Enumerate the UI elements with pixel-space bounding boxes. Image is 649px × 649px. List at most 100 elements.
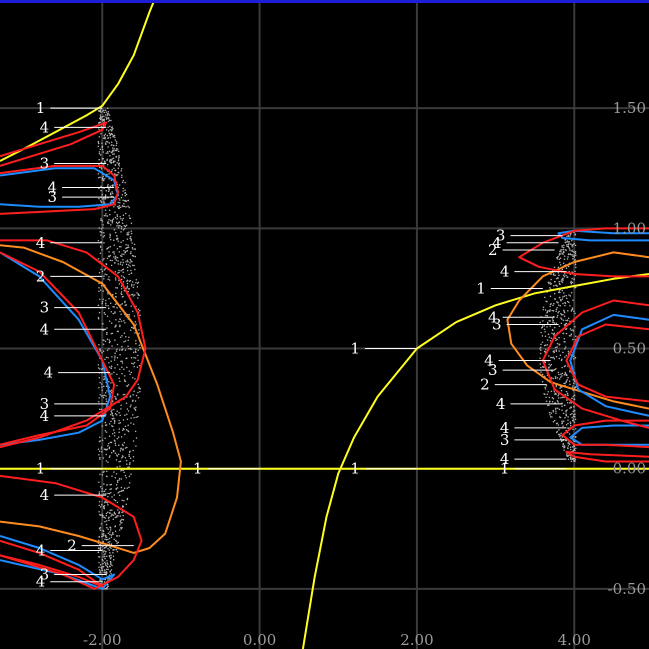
chaos-dot [116,222,119,225]
chaos-dot [560,434,562,436]
chaos-dot [118,349,121,351]
chaos-dot [98,386,100,389]
chaos-dot [546,393,549,396]
chaos-dot [113,153,115,155]
chaos-dot [571,245,573,248]
chaos-dot [126,463,128,465]
chaos-dot [106,248,108,250]
chaos-dot [125,206,127,208]
chaos-dot [113,419,116,422]
chaos-dot [122,449,124,451]
chaos-dot [110,411,113,414]
chaos-dot [544,309,547,311]
chaos-dot [107,495,109,498]
chaos-dot [569,249,571,252]
chaos-dot [116,373,118,375]
chaos-dot [116,481,119,483]
chaos-dot [113,449,115,452]
chaos-dot [99,572,101,574]
chaos-dot [113,136,116,138]
annotation-label-24: 4 [500,263,510,281]
chaos-dot [105,333,108,336]
chaos-dot [103,448,106,451]
chaos-dot [557,271,560,274]
chaos-dot [550,278,552,281]
chaos-dot [123,249,125,252]
annotation-label-15: 4 [40,486,50,504]
chaos-dot [133,243,136,246]
chaos-dot [124,251,126,254]
chaos-dot [106,349,109,351]
chaos-dot [114,139,117,141]
chaos-dot [130,232,133,235]
chaos-dot [105,512,108,515]
chaos-dot [123,227,126,230]
chaos-dot [134,255,137,258]
chaos-dot [132,393,134,396]
chaos-dot [118,377,120,380]
chaos-dot [560,437,562,440]
chaos-dot [567,376,569,379]
chaos-dot [134,332,136,334]
chaos-dot [115,221,118,224]
chaos-dot [113,408,115,411]
chaos-dot [97,257,100,260]
chaos-dot [565,413,567,415]
chaos-dot [570,335,572,337]
chaos-dot [130,272,133,274]
chaos-dot [126,266,129,269]
chaos-dot [99,440,102,442]
chaos-dot [101,197,104,200]
annotation-label-13: 1 [193,460,203,478]
chaos-dot [129,461,131,464]
chaos-dot [555,385,557,388]
chaos-dot [120,226,123,228]
chaos-dot [124,181,126,184]
chaos-dot [554,393,556,395]
chaos-dot [106,338,109,340]
chaos-dot [568,433,571,435]
chaos-dot [114,255,117,257]
chaos-dot [109,125,111,127]
chaos-dot [101,490,103,492]
chaos-dot [118,535,120,537]
chaos-dot [101,389,103,391]
chaos-dot [98,117,101,119]
chaos-dot [112,418,114,420]
chaos-dot [105,299,107,302]
chaos-dot [128,336,130,338]
chaos-dot [112,555,115,557]
chaos-dot [115,286,117,289]
chaos-dot [571,254,573,256]
chaos-dot [120,278,123,281]
chaos-dot [131,400,134,402]
chaos-dot [563,444,566,447]
chaos-dot [563,365,566,368]
chaos-dot [137,397,140,399]
chaos-dot [562,262,565,264]
chaos-dot [553,266,556,269]
chaos-dot [117,263,120,265]
chaos-dot [565,390,568,393]
chaos-dot [117,509,119,511]
chaos-dot [107,221,109,223]
chaos-dot [116,437,119,440]
chaos-dot [108,519,110,521]
chaos-dot [552,356,555,358]
chaos-dot [114,530,117,532]
chaos-dot [570,460,573,462]
chaos-dot [99,200,102,202]
chaos-dot [125,402,128,404]
chaos-dot [559,387,561,389]
chaos-dot [119,324,121,326]
chaos-dot [99,252,102,255]
chaos-dot [130,251,132,253]
chaos-dot [117,201,119,204]
chaos-dot [116,487,119,489]
chaos-dot [99,529,102,531]
chaos-dot [557,301,559,304]
chaos-dot [101,177,104,180]
chaos-dot [560,440,563,442]
chaos-dot [105,546,107,548]
chaos-dot [111,513,113,516]
